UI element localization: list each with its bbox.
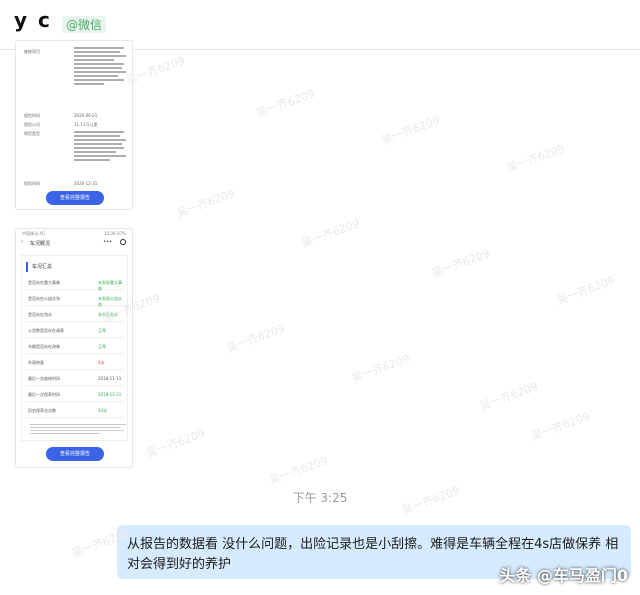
summary-row: 是否存在火烧水泡 未发现火烧水泡 — [26, 292, 125, 307]
watermark-text: 吴一齐6209 — [529, 409, 592, 444]
doc-label: 保险公司 — [24, 122, 40, 127]
watermark-text: 吴一齐6209 — [379, 113, 442, 148]
watermark-text: 吴一齐6209 — [554, 273, 617, 308]
doc-label: 保险时间 — [24, 181, 40, 186]
doc-label: 维修项目 — [24, 49, 40, 54]
report-image-2[interactable]: 中国移动 4G 15:26 87% ‹ 车况概况 ••• 车况汇总 是否存在重大… — [15, 228, 133, 468]
summary-row: 外观修复 4次 — [26, 356, 125, 370]
doc-value: 11.11万公里 — [74, 122, 98, 127]
summary-heading: 车况汇总 — [26, 262, 52, 272]
close-circle-icon — [120, 239, 126, 245]
summary-row: 历史保养总次数 34次 — [26, 404, 125, 418]
watermark-text: 吴一齐6209 — [267, 453, 330, 488]
doc-value: 2020-06-01 — [74, 113, 98, 118]
summary-row: 是否存在泡水 未发现泡水 — [26, 308, 125, 322]
view-full-report-button[interactable]: 查看完整报告 — [46, 191, 104, 205]
summary-row: 是否存在重大事故 未发现重大事故 — [26, 276, 125, 291]
source-credit: 头条 @车马盈门0 — [499, 566, 628, 585]
doc-text-block — [74, 131, 128, 163]
summary-row: 最后一次维修时间 2018-11-11 — [26, 372, 125, 386]
watermark-text: 吴一齐6209 — [349, 351, 412, 386]
disclaimer-text — [30, 424, 128, 436]
watermark-text: 吴一齐6209 — [144, 426, 207, 461]
message-timestamp: 下午 3:25 — [292, 491, 348, 505]
summary-row: 公里数是否存在调表 正常 — [26, 324, 125, 338]
watermark-text: 吴一齐6209 — [429, 246, 492, 281]
watermark-text: 吴一齐6209 — [224, 321, 287, 356]
doc-label: 保险类型 — [24, 131, 40, 136]
phone-status-bar: 中国移动 4G 15:26 87% — [22, 231, 126, 236]
view-full-report-button[interactable]: 查看完整报告 — [46, 447, 104, 461]
doc-label: 保险时间 — [24, 113, 40, 118]
watermark-text: 吴一齐6209 — [174, 186, 237, 221]
doc-text-block — [74, 47, 128, 87]
wechat-tag: @微信 — [62, 16, 107, 33]
watermark-text: 吴一齐6209 — [504, 141, 567, 176]
doc-value: 2020-12-31 — [74, 181, 98, 186]
watermark-text: 吴一齐6209 — [254, 86, 317, 121]
more-dots-icon: ••• — [103, 239, 112, 245]
watermark-text: 吴一齐6209 — [124, 53, 187, 88]
summary-row: 车辆是否存在改装 正常 — [26, 340, 125, 354]
watermark-text: 吴一齐6209 — [477, 379, 540, 414]
contact-name: y c — [14, 8, 52, 32]
phone-nav-bar: ‹ 车况概况 ••• — [16, 238, 132, 250]
watermark-text: 吴一齐6209 — [299, 216, 362, 251]
report-image-1[interactable]: 维修项目 保险时间 2020-06-01 保险公司 11.11万公里 保险类型 … — [15, 40, 133, 210]
back-arrow-icon: ‹ — [21, 239, 23, 245]
summary-card: 车况汇总 是否存在重大事故 未发现重大事故 是否存在火烧水泡 未发现火烧水泡 是否存… — [21, 255, 128, 441]
phone-nav-title: 车况概况 — [30, 241, 51, 247]
summary-row: 最后一次保养时间 2018-12-31 — [26, 388, 125, 402]
